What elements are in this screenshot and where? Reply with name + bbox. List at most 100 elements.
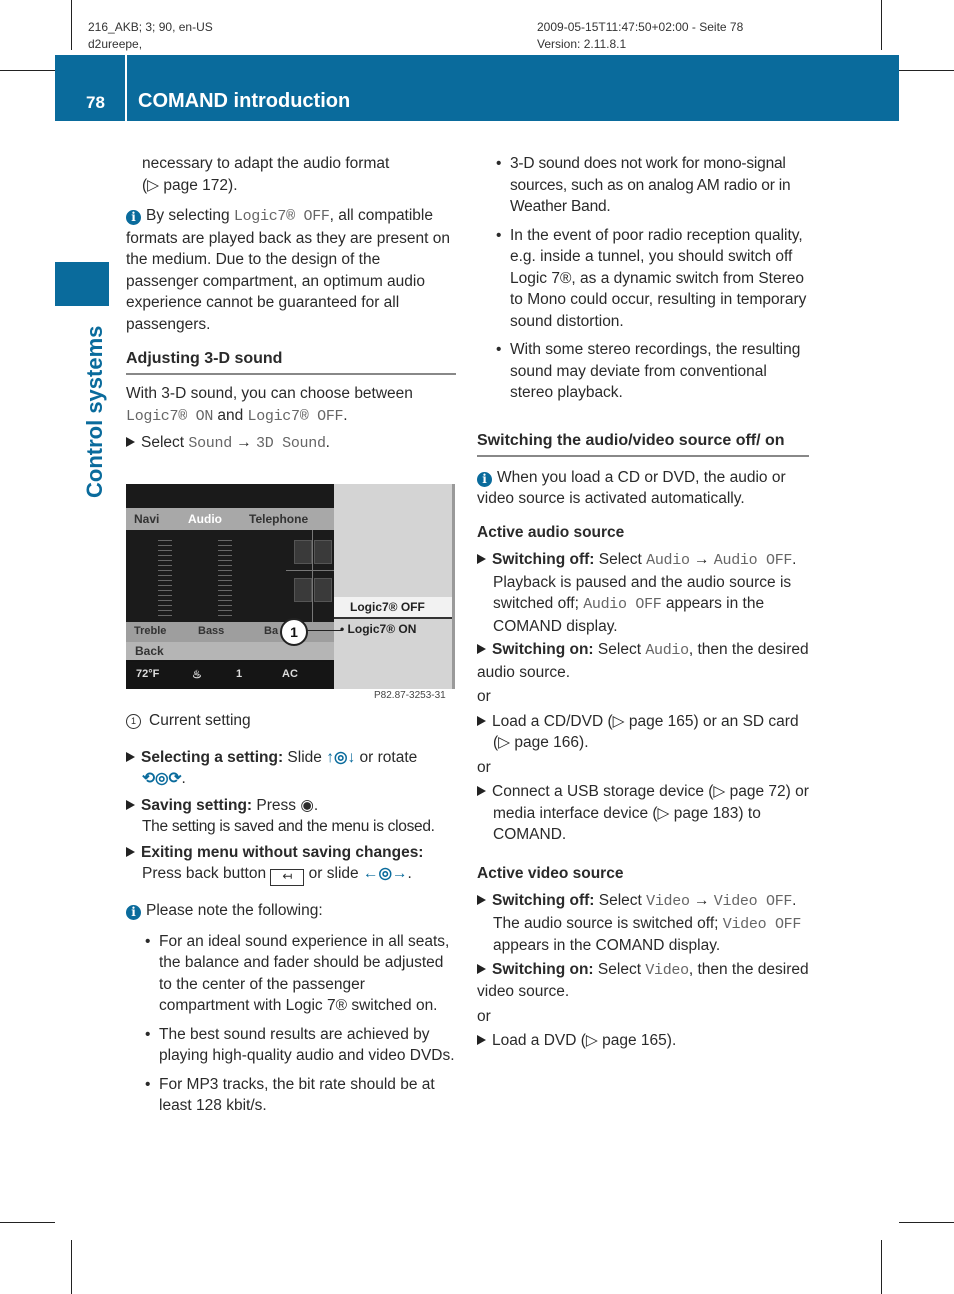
step-note: The setting is saved and the menu is clo… (142, 818, 435, 835)
fader-crosshair (312, 530, 313, 622)
step-audio-off: Switching off: Select Audio → Audio OFF.… (477, 549, 809, 637)
body-text: Slide (283, 748, 327, 766)
display-text: Logic7® OFF (233, 208, 330, 225)
body-text: . (325, 434, 330, 451)
menu-tab-telephone: Telephone (249, 512, 309, 526)
status-ac: AC (282, 668, 298, 680)
subheading-audio: Active audio source (477, 523, 625, 541)
body-text: Connect a USB storage device (▷ page 72)… (492, 783, 809, 843)
treble-scale (158, 540, 172, 618)
balance-crosshair (286, 570, 334, 571)
info-title: Please note the following: (146, 902, 323, 919)
legend-current-setting: 1 Current setting (126, 710, 458, 732)
display-text: Video OFF (713, 893, 793, 910)
seat-graphic (314, 578, 332, 602)
body-text: Select (594, 892, 647, 909)
display-text: Logic7® ON (126, 407, 214, 425)
step-arrow-icon (126, 846, 135, 857)
control-bass: Bass (198, 625, 225, 637)
display-text: Audio (646, 552, 690, 569)
crop-mark (899, 1222, 954, 1223)
display-top-bar (126, 484, 334, 508)
info-bullet-list: For an ideal sound experience in all sea… (126, 931, 458, 1117)
section-heading-3d-sound: Adjusting 3-D sound (126, 348, 456, 375)
info-icon: i (126, 905, 141, 920)
image-code: P82.87-3253-31 (374, 690, 446, 701)
list-item: For an ideal sound experience in all sea… (143, 931, 458, 1017)
info-note-logic7: i By selecting Logic7® OFF, all compatibl… (126, 205, 456, 335)
body-text: Select (593, 960, 646, 978)
step-note: appears in the COMAND display. (493, 937, 721, 954)
body-text: Press back button (142, 865, 271, 882)
meta-text: 216_AKB; 3; 90, en-US (88, 20, 213, 34)
page-reference[interactable]: (▷ page 172). (142, 175, 456, 197)
crop-mark (0, 1222, 55, 1223)
info-icon: i (477, 471, 492, 487)
back-button-icon: ↤ (270, 869, 305, 886)
body-text: or rotate (355, 748, 418, 766)
step-saving: Saving setting: Press ◉. The setting is … (126, 795, 458, 838)
step-label: Switching on: (492, 960, 594, 978)
step-label: Selecting a setting: (141, 748, 284, 766)
body-text: . (343, 406, 348, 424)
step-arrow-icon (477, 554, 486, 564)
body-text: Select (141, 434, 189, 451)
callout-leader (306, 630, 342, 631)
arrow-right-icon: → (236, 434, 252, 451)
print-meta-left: 216_AKB; 3; 90, en-US d2ureepe, (88, 19, 213, 53)
display-back-row: Back (126, 642, 334, 660)
left-column: necessary to adapt the audio format (▷ p… (126, 153, 456, 455)
display-text: Sound (188, 435, 232, 452)
right-column: 3-D sound does not work for mono-signal … (477, 153, 809, 1052)
controller-slide-icon: ↑◎↓ (326, 748, 356, 766)
info-icon: i (126, 210, 141, 225)
subheading-video: Active video source (477, 864, 624, 882)
chapter-title: COMAND introduction (138, 90, 351, 112)
or-separator: or (477, 758, 491, 776)
body-text: Select (593, 641, 646, 658)
step-arrow-icon (477, 895, 486, 905)
list-item: In the event of poor radio reception qua… (494, 225, 809, 333)
display-text: Audio OFF (713, 552, 793, 569)
intro-paragraph: necessary to adapt the audio format (▷ p… (126, 153, 456, 196)
step-label: Switching off: (492, 551, 595, 568)
step-arrow-icon (477, 786, 486, 796)
meta-text: Version: 2.11.8.1 (537, 37, 627, 51)
display-text: Audio OFF (583, 596, 662, 613)
info-note-autoload: i When you load a CD or DVD, the audio or… (477, 467, 809, 510)
info-text: When you load a CD or DVD, the audio or … (477, 468, 786, 508)
meta-text: 2009-05-15T11:47:50+02:00 - Seite 78 (537, 20, 744, 34)
list-item: 3-D sound does not work for mono-signal … (494, 153, 809, 218)
seat-graphic (294, 540, 312, 564)
callout-marker: 1 (280, 618, 308, 646)
page-number: 78 (86, 93, 105, 112)
arrow-right-icon: → (693, 551, 710, 568)
step-arrow-icon (126, 799, 135, 810)
step-audio-on: Switching on: Select Audio, then the des… (477, 639, 809, 683)
display-text: 3D Sound (256, 435, 326, 452)
side-tab-label: Control systems (82, 325, 107, 498)
step-arrow-icon (477, 644, 486, 654)
menu-tab-audio: Audio (188, 512, 222, 526)
bass-scale (218, 540, 232, 618)
step-arrow-icon (477, 1035, 486, 1045)
info-text: , all compatible formats are played back… (126, 207, 450, 333)
body-text: and (213, 406, 248, 424)
list-item: The best sound results are achieved by p… (143, 1024, 458, 1067)
side-tab-marker (55, 262, 109, 306)
body-text: or slide (304, 865, 363, 882)
sound-visualization (126, 530, 334, 622)
step-arrow-icon (126, 437, 135, 447)
list-item: For MP3 tracks, the bit rate should be a… (143, 1074, 458, 1117)
legend-number: 1 (126, 714, 141, 729)
step-select-sound: Select Sound → 3D Sound. (126, 432, 456, 455)
body-text: . (407, 865, 412, 882)
info-note-following: i Please note the following: (126, 900, 458, 922)
controller-rotate-icon: ⟲◎⟳ (142, 770, 182, 787)
intro-text: necessary to adapt the audio format (142, 155, 390, 172)
step-exiting: Exiting menu without saving changes: Pre… (126, 842, 458, 886)
body-text: . (792, 551, 797, 568)
body-text: . (181, 770, 186, 787)
display-status-bar: 72°F ♨ 1 AC (126, 662, 334, 689)
display-text: Video (645, 961, 689, 979)
